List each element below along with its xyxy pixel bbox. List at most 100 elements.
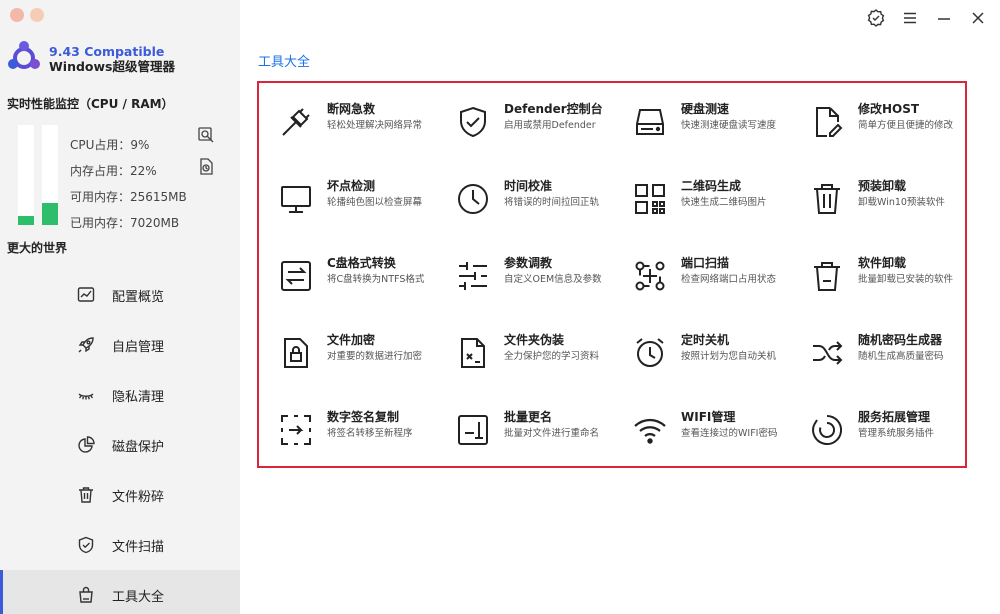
tool-network-rescue[interactable]: 断网急救 轻松处理解决网络异常 [279,101,456,178]
close-icon[interactable] [968,8,988,28]
sidebar-item-file-shred[interactable]: 文件粉碎 [0,470,240,520]
tool-desc: 对重要的数据进行加密 [327,351,423,362]
wifi-icon [633,413,667,447]
port-scan-icon [633,259,667,293]
eye-closed-icon [76,385,96,405]
tool-scheduled-shutdown[interactable]: 定时关机 按照计划为您自动关机 [633,332,810,409]
tool-port-scan[interactable]: 端口扫描 检查网络端口占用状态 [633,255,810,332]
tool-name: 定时关机 [681,333,730,347]
tools-grid: 断网急救 轻松处理解决网络异常 Defender控制台 启用或禁用Defender … [279,101,987,486]
usage-stats: CPU占用：9% 内存占用：22% 可用内存：25615MB 已用内存：7020… [70,132,187,236]
file-edit-icon [810,105,844,139]
minimize-window-button[interactable] [30,8,44,22]
tool-desc: 批量卸载已安装的软件 [858,274,954,285]
tool-desc: 快速测速硬盘读写速度 [681,120,777,131]
tool-desc: 启用或禁用Defender [504,120,596,131]
sidebar-item-label: 文件粉碎 [112,489,165,505]
tool-qrcode[interactable]: 二维码生成快速生成二维码图片 [633,178,810,255]
tool-time-sync[interactable]: 时间校准 将错误的时间拉回正轨 [456,178,633,255]
tool-dead-pixel[interactable]: 坏点检测 轮播纯色图以检查屏幕 [279,178,456,255]
titlebar-controls [866,8,988,28]
mem-usage-fill [42,203,58,225]
tool-password-generator[interactable]: 随机密码生成器 随机生成高质量密码 [810,332,987,409]
tool-name: 坏点检测 [327,179,376,193]
sidebar-item-label: 工具大全 [112,589,165,605]
tool-name: 数字签名复制 [327,410,400,424]
tool-name: 文件加密 [327,333,376,347]
shuffle-icon [810,336,844,370]
tool-name: 二维码生成 [681,179,742,193]
memory-detail-icon[interactable] [197,158,215,176]
tool-name: WIFI管理 [681,410,736,424]
tool-folder-disguise[interactable]: 文件夹伪装 全力保护您的学习资料 [456,332,633,409]
sidebar-item-privacy-clean[interactable]: 隐私清理 [0,370,240,420]
sidebar-item-toolbox[interactable]: 工具大全 [0,570,240,614]
sidebar-item-label: 文件扫描 [112,539,165,555]
tool-desc: 卸载Win10预装软件 [858,197,945,208]
cpu-detail-icon[interactable] [197,126,215,144]
trash-icon [76,485,96,505]
sidebar-item-disk-protect[interactable]: 磁盘保护 [0,420,240,470]
shield-check-icon [76,535,96,555]
tool-name: C盘格式转换 [327,256,396,270]
tool-batch-rename[interactable]: 批量更名 批量对文件进行重命名 [456,409,633,486]
file-lock-icon [279,336,313,370]
window-controls [10,8,44,22]
signature-copy-icon [279,413,313,447]
tool-service-manage[interactable]: 服务拓展管理 管理系统服务插件 [810,409,987,486]
tool-defender-console[interactable]: Defender控制台 启用或禁用Defender [456,101,633,178]
tool-edit-host[interactable]: 修改HOST 简单方便且便捷的修改 [810,101,987,178]
sidebar-item-config-overview[interactable]: 配置概览 [0,270,240,320]
menu-icon[interactable] [900,8,920,28]
cpu-usage-fill [18,216,34,225]
sidebar: 9.43 Compatible Windows超级管理器 实时性能监控（CPU … [0,0,240,614]
trash-icon [810,182,844,216]
tool-name: 参数调教 [504,256,553,270]
tool-signature-copy[interactable]: 数字签名复制 将签名转移至新程序 [279,409,456,486]
sidebar-item-label: 配置概览 [112,289,165,305]
sidebar-item-label: 隐私清理 [112,389,165,405]
cpu-usage-bar [18,125,34,225]
sidebar-item-startup[interactable]: 自启管理 [0,320,240,370]
close-window-button[interactable] [10,8,24,22]
tool-param-tune[interactable]: 参数调教自定义OEM信息及参数 [456,255,633,332]
sidebar-item-file-scan[interactable]: 文件扫描 [0,520,240,570]
minimize-icon[interactable] [934,8,954,28]
sidebar-item-label: 自启管理 [112,339,165,355]
tool-name: 服务拓展管理 [858,410,931,424]
bag-icon [76,585,96,605]
tool-desc: 批量对文件进行重命名 [504,428,600,439]
sidebar-nav: 配置概览 自启管理 隐私清理 磁盘保护 文件粉碎 文件扫描 工具大全 [0,270,240,614]
tool-c-drive-convert[interactable]: C盘格式转换 将C盘转换为NTFS格式 [279,255,456,332]
chart-icon [76,285,96,305]
app-version: 9.43 Compatible [49,44,165,59]
app-name: 9.43 Compatible Windows超级管理器 [49,44,175,74]
tool-preinstall-uninstall[interactable]: 预装卸载卸载Win10预装软件 [810,178,987,255]
tool-desc: 轻松处理解决网络异常 [327,120,423,131]
tool-file-encrypt[interactable]: 文件加密对重要的数据进行加密 [279,332,456,409]
service-icon [810,413,844,447]
tool-name: 修改HOST [858,102,920,116]
tools-panel: 断网急救 轻松处理解决网络异常 Defender控制台 启用或禁用Defender … [257,81,967,468]
tool-wifi-manage[interactable]: WIFI管理 查看连接过的WIFI密码 [633,409,810,486]
rename-icon [456,413,490,447]
tool-software-uninstall[interactable]: 软件卸载 批量卸载已安装的软件 [810,255,987,332]
tool-name: Defender控制台 [504,102,603,116]
verified-badge-icon[interactable] [866,8,886,28]
file-disguise-icon [456,336,490,370]
monitor-title: 实时性能监控（CPU / RAM） [7,97,174,111]
pie-icon [76,435,96,455]
tool-disk-speed[interactable]: 硬盘测速 快速测速硬盘读写速度 [633,101,810,178]
tool-name: 端口扫描 [681,256,730,270]
tool-desc: 自定义OEM信息及参数 [504,274,602,285]
alarm-icon [633,336,667,370]
sliders-icon [456,259,490,293]
tool-name: 随机密码生成器 [858,333,943,347]
app-subtitle: Windows超级管理器 [49,59,175,74]
tool-desc: 随机生成高质量密码 [858,351,944,362]
tool-desc: 将错误的时间拉回正轨 [504,197,600,208]
tool-name: 预装卸载 [858,179,907,193]
tool-desc: 快速生成二维码图片 [681,197,767,208]
rocket-icon [76,335,96,355]
plug-icon [279,105,313,139]
